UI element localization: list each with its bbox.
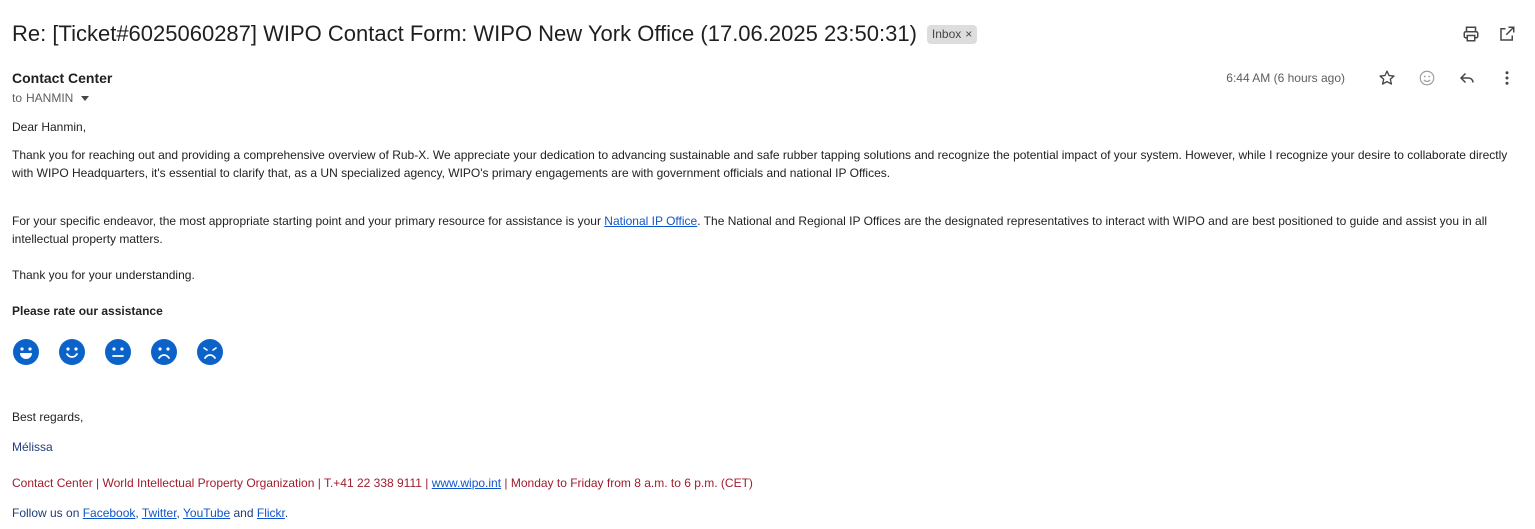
message-meta: 6:44 AM (6 hours ago) [1226, 66, 1519, 90]
rate-neutral-icon[interactable] [104, 338, 132, 366]
open-in-new-window-icon[interactable] [1497, 24, 1517, 44]
wipo-website-link[interactable]: www.wipo.int [432, 476, 501, 490]
rate-very-happy-icon[interactable] [12, 338, 40, 366]
footer-contact-text: Contact Center | World Intellectual Prop… [12, 476, 432, 490]
recipient-prefix: to [12, 91, 23, 105]
thanks-line: Thank you for your understanding. [12, 268, 195, 282]
add-reaction-icon[interactable] [1415, 66, 1439, 90]
paragraph-1: Thank you for reaching out and providing… [12, 148, 1508, 180]
rating-faces [12, 338, 224, 366]
signature-name: Mélissa [12, 440, 53, 454]
facebook-link[interactable]: Facebook [83, 506, 136, 520]
email-subject: Re: [Ticket#6025060287] WIPO Contact For… [12, 21, 917, 46]
footer-hours-text: | Monday to Friday from 8 a.m. to 6 p.m.… [501, 476, 753, 490]
remove-label-icon[interactable]: × [965, 27, 972, 41]
sender-name[interactable]: Contact Center [12, 70, 112, 86]
greeting: Dear Hanmin, [12, 120, 87, 134]
inbox-label-text: Inbox [931, 26, 962, 41]
rate-happy-icon[interactable] [58, 338, 86, 366]
recipient-name: HANMIN [26, 91, 74, 105]
star-icon[interactable] [1375, 66, 1399, 90]
rate-title: Please rate our assistance [12, 304, 163, 318]
message-timestamp: 6:44 AM (6 hours ago) [1226, 71, 1345, 85]
rate-very-sad-icon[interactable] [196, 338, 224, 366]
print-icon[interactable] [1461, 24, 1481, 44]
paragraph-2-text-start: For your specific endeavor, the most app… [12, 214, 605, 228]
follow-separator: and [230, 506, 257, 520]
follow-us-line: Follow us on Facebook, Twitter, YouTube … [12, 504, 1517, 522]
signature-footer: Contact Center | World Intellectual Prop… [12, 474, 1517, 492]
inbox-label-chip[interactable]: Inbox × [926, 24, 978, 44]
closing: Best regards, [12, 410, 84, 424]
youtube-link[interactable]: YouTube [183, 506, 230, 520]
national-ip-office-link[interactable]: National IP Office [604, 214, 697, 228]
follow-prefix: Follow us on [12, 506, 83, 520]
reply-icon[interactable] [1455, 66, 1479, 90]
paragraph-2: For your specific endeavor, the most app… [12, 212, 1517, 248]
top-actions [1461, 24, 1517, 44]
recipient-line: to HANMIN [12, 91, 90, 105]
follow-end: . [284, 506, 289, 520]
twitter-link[interactable]: Twitter [142, 506, 177, 520]
subject-row: Re: [Ticket#6025060287] WIPO Contact For… [12, 19, 978, 49]
more-vert-icon[interactable] [1495, 66, 1519, 90]
show-details-chevron-down-icon[interactable] [81, 96, 90, 101]
rate-sad-icon[interactable] [150, 338, 178, 366]
flickr-link[interactable]: Flickr [257, 506, 285, 520]
